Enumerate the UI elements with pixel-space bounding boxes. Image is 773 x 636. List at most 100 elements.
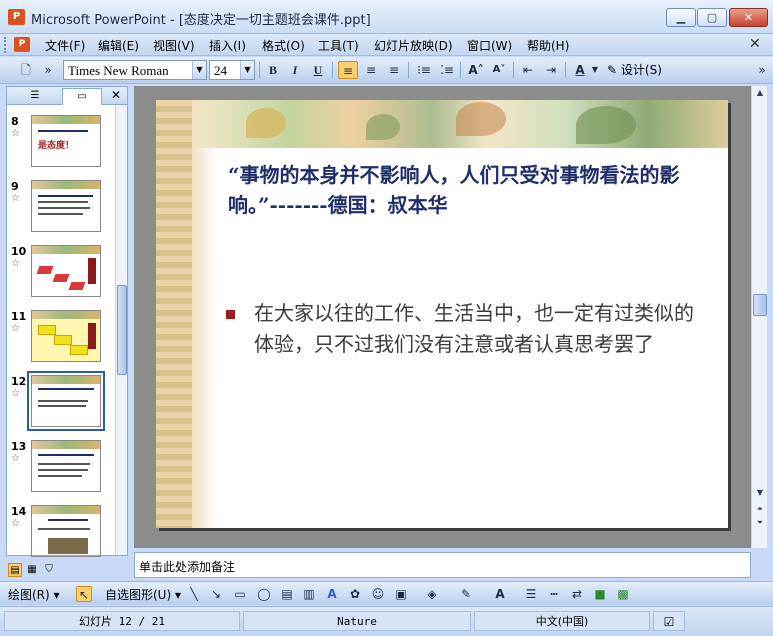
arrow-style-icon[interactable]: ⇄ [569,586,585,602]
slide-thumbnail[interactable] [31,245,101,297]
maximize-button[interactable]: ▢ [697,8,727,27]
align-right-icon[interactable]: ≡ [384,61,404,79]
leaf-decoration [246,108,286,138]
line-tool-icon[interactable]: ╲ [186,586,202,602]
thumbnail-row[interactable]: 8 ☆ 是态度！ [7,115,115,175]
slide-thumbnail[interactable] [31,310,101,362]
toolbar-options-icon[interactable]: » [38,61,58,79]
numbered-list-icon[interactable]: ⁝≡ [414,61,434,79]
tab-outline[interactable]: ☰ [15,88,55,105]
picture-icon[interactable]: ▣ [393,586,409,602]
menu-file[interactable]: 文件(F) [45,37,85,54]
underline-button[interactable]: U [308,61,328,79]
shadow-style-icon[interactable]: ■ [592,586,608,602]
slide-number: 14 [11,505,27,518]
toolbar-separator [460,62,461,78]
oval-tool-icon[interactable]: ◯ [256,586,272,602]
menu-window[interactable]: 窗口(W) [467,37,512,54]
animation-star-icon: ☆ [11,453,20,464]
font-name-select[interactable]: Times New Roman ▼ [63,60,207,80]
increase-font-size-icon[interactable]: A˄ [466,61,486,79]
chevron-down-icon[interactable]: ▼ [589,61,601,79]
menu-insert[interactable]: 插入(I) [209,37,246,54]
textbox-tool-icon[interactable]: ▤ [279,586,295,602]
slide-thumbnail[interactable] [31,180,101,232]
powerpoint-icon[interactable]: P [8,9,25,25]
design-button[interactable]: ✎ 设计(S) [607,61,662,79]
thumbnail-row[interactable]: 13 ☆ [7,440,115,500]
rectangle-tool-icon[interactable]: ▭ [232,586,248,602]
italic-button[interactable]: I [285,61,305,79]
next-slide-icon[interactable]: ⏷ [753,516,767,530]
3d-style-icon[interactable]: ▩ [615,586,631,602]
tab-slides[interactable]: ▭ [62,88,102,105]
line-style-icon[interactable]: ☰ [523,586,539,602]
menu-edit[interactable]: 编辑(E) [98,37,139,54]
slide-title[interactable]: “事物的本身并不影响人，人们只受对事物看法的影响。”-------德国：叔本华 [228,160,708,220]
menu-view[interactable]: 视图(V) [153,37,195,54]
menu-tools[interactable]: 工具(T) [318,37,359,54]
dash-style-icon[interactable]: ┅ [546,586,562,602]
thumbnail-row[interactable]: 9 ☆ [7,180,115,240]
menu-format[interactable]: 格式(O) [262,37,305,54]
menu-help[interactable]: 帮助(H) [527,37,569,54]
slideshow-icon[interactable]: ⛉ [42,563,56,577]
previous-slide-icon[interactable]: ⏶ [753,502,767,516]
minimize-button[interactable]: ▁ [666,8,696,27]
slide-vertical-scrollbar[interactable]: ▲ ▼ ⏶ ⏷ [751,86,767,548]
thumbnail-row[interactable]: 12 ☆ [7,371,115,435]
slide-sorter-icon[interactable]: ▦ [25,563,39,577]
close-pane-icon[interactable]: ✕ [111,88,121,102]
chevron-down-icon[interactable]: ▼ [192,61,206,79]
decrease-indent-icon[interactable]: ⇤ [518,61,538,79]
fill-color-icon[interactable]: ◈ [424,586,440,602]
slide-number: 8 [11,115,19,128]
normal-view-icon[interactable]: ▤ [8,563,22,577]
arrow-tool-icon[interactable]: ↘ [208,586,224,602]
slide-number: 12 [11,375,27,388]
toolbar-grip[interactable] [4,37,7,53]
diagram-icon[interactable]: ✿ [347,586,363,602]
slide-thumbnail-selected[interactable] [27,371,105,431]
notes-pane[interactable]: 单击此处添加备注 [134,552,751,578]
slide-thumbnail[interactable]: 是态度！ [31,115,101,167]
slide-thumbnail[interactable] [31,440,101,492]
font-color-icon[interactable]: A [570,61,590,79]
document-icon[interactable]: P [14,37,30,52]
slide-canvas[interactable]: “事物的本身并不影响人，人们只受对事物看法的影响。”-------德国：叔本华 … [156,100,728,528]
scroll-up-icon[interactable]: ▲ [753,86,767,100]
chevron-down-icon[interactable]: ▼ [240,61,254,79]
align-left-icon[interactable]: ≡ [338,61,358,79]
font-size-select[interactable]: 24 ▼ [209,60,255,80]
scroll-down-icon[interactable]: ▼ [753,486,767,500]
close-button[interactable]: ✕ [729,8,768,27]
select-pointer-icon[interactable]: ↖ [76,586,92,602]
line-color-icon[interactable]: ✎ [458,586,474,602]
toolbar-options-icon[interactable]: » [752,61,772,79]
window-title: Microsoft PowerPoint - [态度决定一切主题班会课件.ppt… [31,13,371,28]
font-color-icon[interactable]: A [492,586,508,602]
slide-body-text[interactable]: 在大家以往的工作、生活当中，也一定有过类似的体验，只不过我们没有注意或者认真思考… [254,298,694,360]
align-center-icon[interactable]: ≡ [361,61,381,79]
menu-slideshow[interactable]: 幻灯片放映(D) [374,37,453,54]
new-document-icon[interactable]: 🗋 [16,61,36,79]
scrollbar-thumb[interactable] [117,285,127,375]
scrollbar-thumb[interactable] [753,294,767,316]
thumbnail-scrollbar[interactable] [115,105,127,555]
slide-thumbnail[interactable] [31,505,101,557]
autoshapes-button[interactable]: 自选图形(U) ▾ [105,586,181,603]
decrease-font-size-icon[interactable]: A˅ [489,61,509,79]
thumbnail-row[interactable]: 14 ☆ [7,505,115,565]
toolbar-separator [408,62,409,78]
thumbnail-row[interactable]: 11 ☆ [7,310,115,370]
document-close-icon[interactable]: ✕ [749,36,761,52]
clipart-icon[interactable]: ☺ [370,586,386,602]
wordart-icon[interactable]: A [324,586,340,602]
thumbnail-row[interactable]: 10 ☆ [7,245,115,305]
increase-indent-icon[interactable]: ⇥ [541,61,561,79]
vertical-textbox-icon[interactable]: ▥ [301,586,317,602]
spelling-check-icon[interactable]: ☑ [653,611,685,631]
draw-menu-button[interactable]: 绘图(R) ▾ [8,586,60,603]
bold-button[interactable]: B [263,61,283,79]
bulleted-list-icon[interactable]: ⁚≡ [437,61,457,79]
